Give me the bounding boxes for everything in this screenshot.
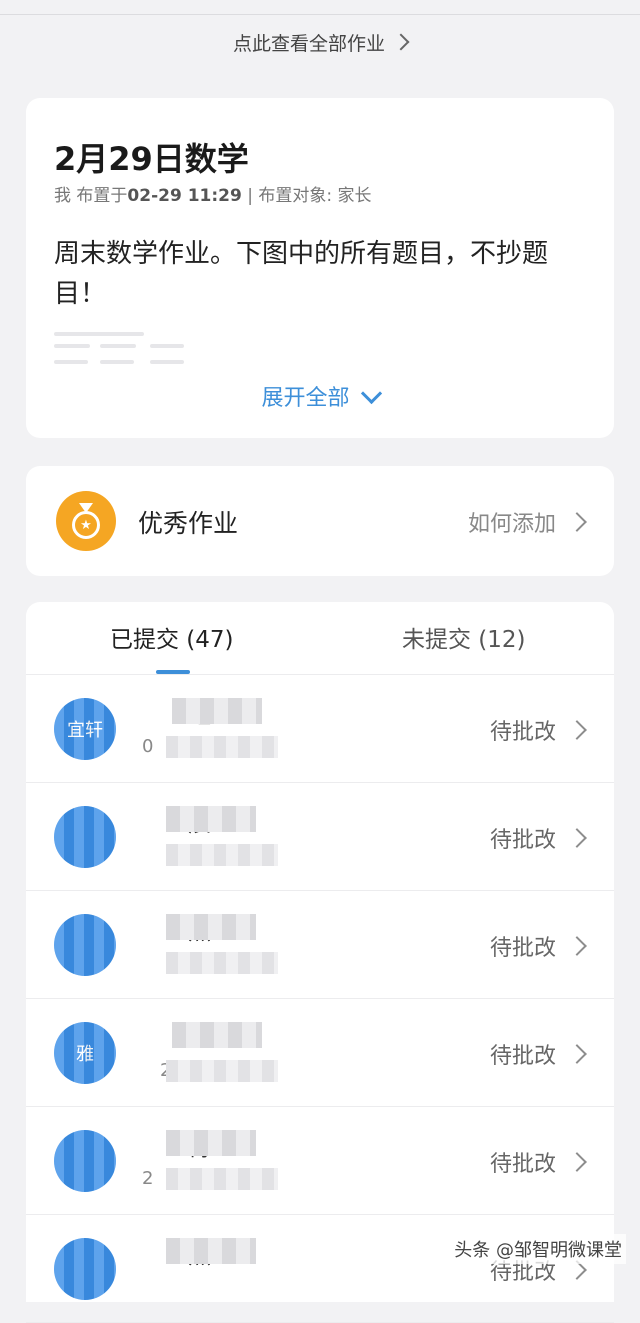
source-watermark: 头条 @邹智明微课堂 xyxy=(450,1234,626,1264)
submission-list-card: 已提交 (47) 未提交 (12) 宜轩 虹 0 9 2:0 待批改 辰 12:… xyxy=(26,602,614,1323)
chevron-right-icon xyxy=(567,720,587,740)
blur-mask xyxy=(172,698,262,724)
meta-prefix: 我 布置于 xyxy=(54,186,128,206)
status-text: 待批改 xyxy=(489,828,556,853)
submission-row[interactable]: 宜轩 虹 0 9 2:0 待批改 xyxy=(26,674,614,783)
homework-image-thumbnail[interactable] xyxy=(54,328,194,368)
avatar xyxy=(54,806,116,868)
chevron-right-icon xyxy=(567,828,587,848)
blur-mask xyxy=(166,1060,278,1082)
tab-submitted[interactable]: 已提交 (47) xyxy=(110,620,234,654)
homework-title: 2月29日数学 xyxy=(54,140,249,178)
blur-mask xyxy=(166,844,278,866)
blur-mask xyxy=(166,1130,256,1156)
divider xyxy=(0,14,640,15)
avatar: 雅 xyxy=(54,1022,116,1084)
blur-mask xyxy=(166,736,278,758)
status-text: 待批改 xyxy=(489,1044,556,1069)
tab-not-submitted[interactable]: 未提交 (12) xyxy=(402,620,526,654)
submission-tabs: 已提交 (47) 未提交 (12) xyxy=(26,602,614,675)
how-to-add-link[interactable]: 如何添加 xyxy=(467,506,587,538)
status-text: 待批改 xyxy=(489,720,556,745)
homework-meta: 我 布置于02-29 11:29 | 布置对象: 家长 xyxy=(54,181,371,206)
blur-mask xyxy=(166,914,256,940)
submission-row[interactable]: 雅 丝 29 13 待批改 xyxy=(26,998,614,1107)
status-label: 待批改 xyxy=(489,1038,587,1070)
avatar xyxy=(54,1238,116,1300)
how-to-add-label: 如何添加 xyxy=(467,512,556,537)
status-text: 待批改 xyxy=(489,1152,556,1177)
blur-mask xyxy=(166,806,256,832)
excellent-homework-row[interactable]: ★ 优秀作业 如何添加 xyxy=(26,466,614,576)
medal-icon: ★ xyxy=(56,491,116,551)
homework-card: 2月29日数学 我 布置于02-29 11:29 | 布置对象: 家长 周末数学… xyxy=(26,98,614,438)
view-all-homework-label: 点此查看全部作业 xyxy=(232,32,385,55)
blur-mask xyxy=(166,952,278,974)
view-all-homework-link[interactable]: 点此查看全部作业 xyxy=(232,29,410,56)
homework-body: 周末数学作业。下图中的所有题目，不抄题目！ xyxy=(54,239,549,309)
status-label: 待批改 xyxy=(489,930,587,962)
blur-mask xyxy=(166,1168,278,1190)
chevron-right-icon xyxy=(567,512,587,532)
chevron-right-icon xyxy=(567,1044,587,1064)
status-label: 待批改 xyxy=(489,714,587,746)
avatar: 宜轩 xyxy=(54,698,116,760)
meta-time: 02-29 11:29 xyxy=(127,186,242,206)
expand-all-button[interactable]: 展开全部 xyxy=(26,380,614,412)
submission-row[interactable]: 然 待批改 xyxy=(26,1214,614,1323)
chevron-right-icon xyxy=(567,936,587,956)
avatar xyxy=(54,1130,116,1192)
chevron-right-icon xyxy=(392,33,410,51)
submission-row[interactable]: 辰 12: 待批改 xyxy=(26,782,614,891)
status-label: 待批改 xyxy=(489,822,587,854)
blur-mask xyxy=(166,1238,256,1264)
submission-row[interactable]: 然 12 待批改 xyxy=(26,890,614,999)
top-bar: 点此查看全部作业 xyxy=(0,0,640,72)
chevron-down-icon xyxy=(360,382,382,404)
expand-all-label: 展开全部 xyxy=(261,386,350,411)
submission-row[interactable]: 博 2 13 待批改 xyxy=(26,1106,614,1215)
status-text: 待批改 xyxy=(489,936,556,961)
chevron-right-icon xyxy=(567,1152,587,1172)
blur-mask xyxy=(172,1022,262,1048)
excellent-homework-label: 优秀作业 xyxy=(138,509,239,538)
status-label: 待批改 xyxy=(489,1146,587,1178)
meta-suffix: | 布置对象: 家长 xyxy=(241,186,372,206)
avatar xyxy=(54,914,116,976)
